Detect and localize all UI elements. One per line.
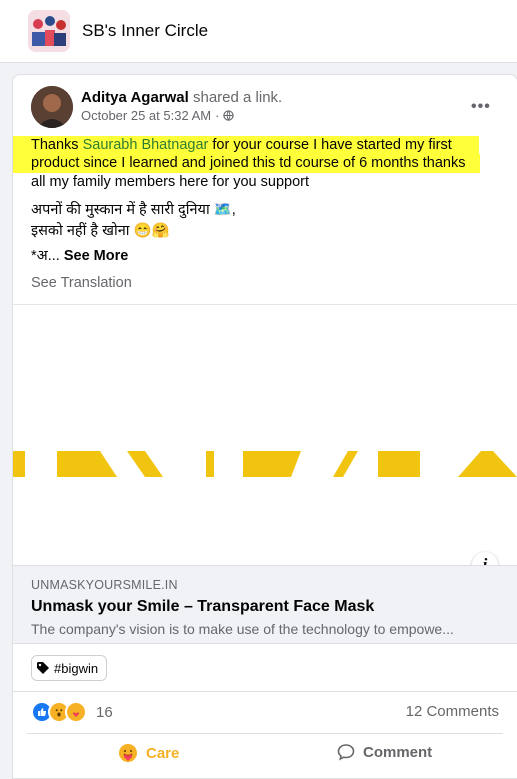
- text-segment: for your course I have started my first: [208, 137, 452, 153]
- author-line: Aditya Agarwal shared a link.: [81, 89, 282, 106]
- author-avatar[interactable]: [31, 86, 73, 128]
- post-timestamp[interactable]: October 25 at 5:32 AM: [81, 108, 211, 123]
- care-label: Care: [146, 744, 180, 762]
- comment-label: Comment: [363, 743, 433, 761]
- post-text-line-3: all my family members here for you suppo…: [31, 174, 310, 190]
- see-more-link[interactable]: See More: [64, 248, 128, 264]
- care-icon: [119, 744, 137, 762]
- post-text-line-5: इसको नहीं है खोना 😁🤗: [31, 223, 170, 239]
- meta-separator: ·: [215, 108, 220, 123]
- post-card: Aditya Agarwal shared a link. October 25…: [12, 74, 517, 779]
- author-name[interactable]: Aditya Agarwal: [81, 89, 189, 106]
- post-text-line-2: product since I learned and joined this …: [31, 155, 466, 171]
- more-options-icon[interactable]: •••: [471, 98, 491, 116]
- comment-button[interactable]: Comment: [337, 743, 432, 761]
- hashtag-label: #bigwin: [54, 660, 99, 676]
- mention-link[interactable]: Saurabh Bhatnagar: [83, 137, 209, 153]
- post-meta: October 25 at 5:32 AM ·: [81, 108, 235, 123]
- care-icon: [65, 701, 87, 723]
- reaction-count: 16: [96, 703, 113, 721]
- link-title[interactable]: Unmask your Smile – Transparent Face Mas…: [31, 598, 374, 616]
- group-header: SB's Inner Circle: [0, 0, 517, 63]
- comment-icon: [337, 744, 355, 761]
- group-avatar[interactable]: [28, 10, 70, 52]
- text-segment: *अ...: [31, 248, 60, 264]
- post-text-line-1: Thanks Saurabh Bhatnagar for your course…: [31, 137, 452, 153]
- reaction-summary[interactable]: 16: [31, 701, 113, 723]
- post-text-line-6: *अ... See More: [31, 245, 128, 265]
- link-preview-image[interactable]: [13, 304, 517, 565]
- text-segment: Thanks: [31, 137, 83, 153]
- tag-icon: [37, 662, 49, 674]
- link-domain: UNMASKYOURSMILE.IN: [31, 578, 178, 592]
- comments-count[interactable]: 12 Comments: [406, 703, 499, 720]
- divider: [13, 691, 517, 692]
- link-preview-info[interactable]: UNMASKYOURSMILE.IN Unmask your Smile – T…: [13, 565, 517, 644]
- link-description: The company's vision is to make use of t…: [31, 621, 454, 637]
- see-translation-link[interactable]: See Translation: [31, 275, 132, 291]
- post-text-line-4: अपनों की मुस्कान में है सारी दुनिया 🗺️,: [31, 202, 236, 218]
- post-action-text: shared a link.: [192, 89, 283, 106]
- hashtag-chip[interactable]: #bigwin: [31, 655, 108, 681]
- care-button[interactable]: Care: [118, 743, 179, 763]
- globe-icon: [223, 110, 235, 121]
- divider: [27, 733, 503, 734]
- group-title[interactable]: SB's Inner Circle: [82, 21, 208, 41]
